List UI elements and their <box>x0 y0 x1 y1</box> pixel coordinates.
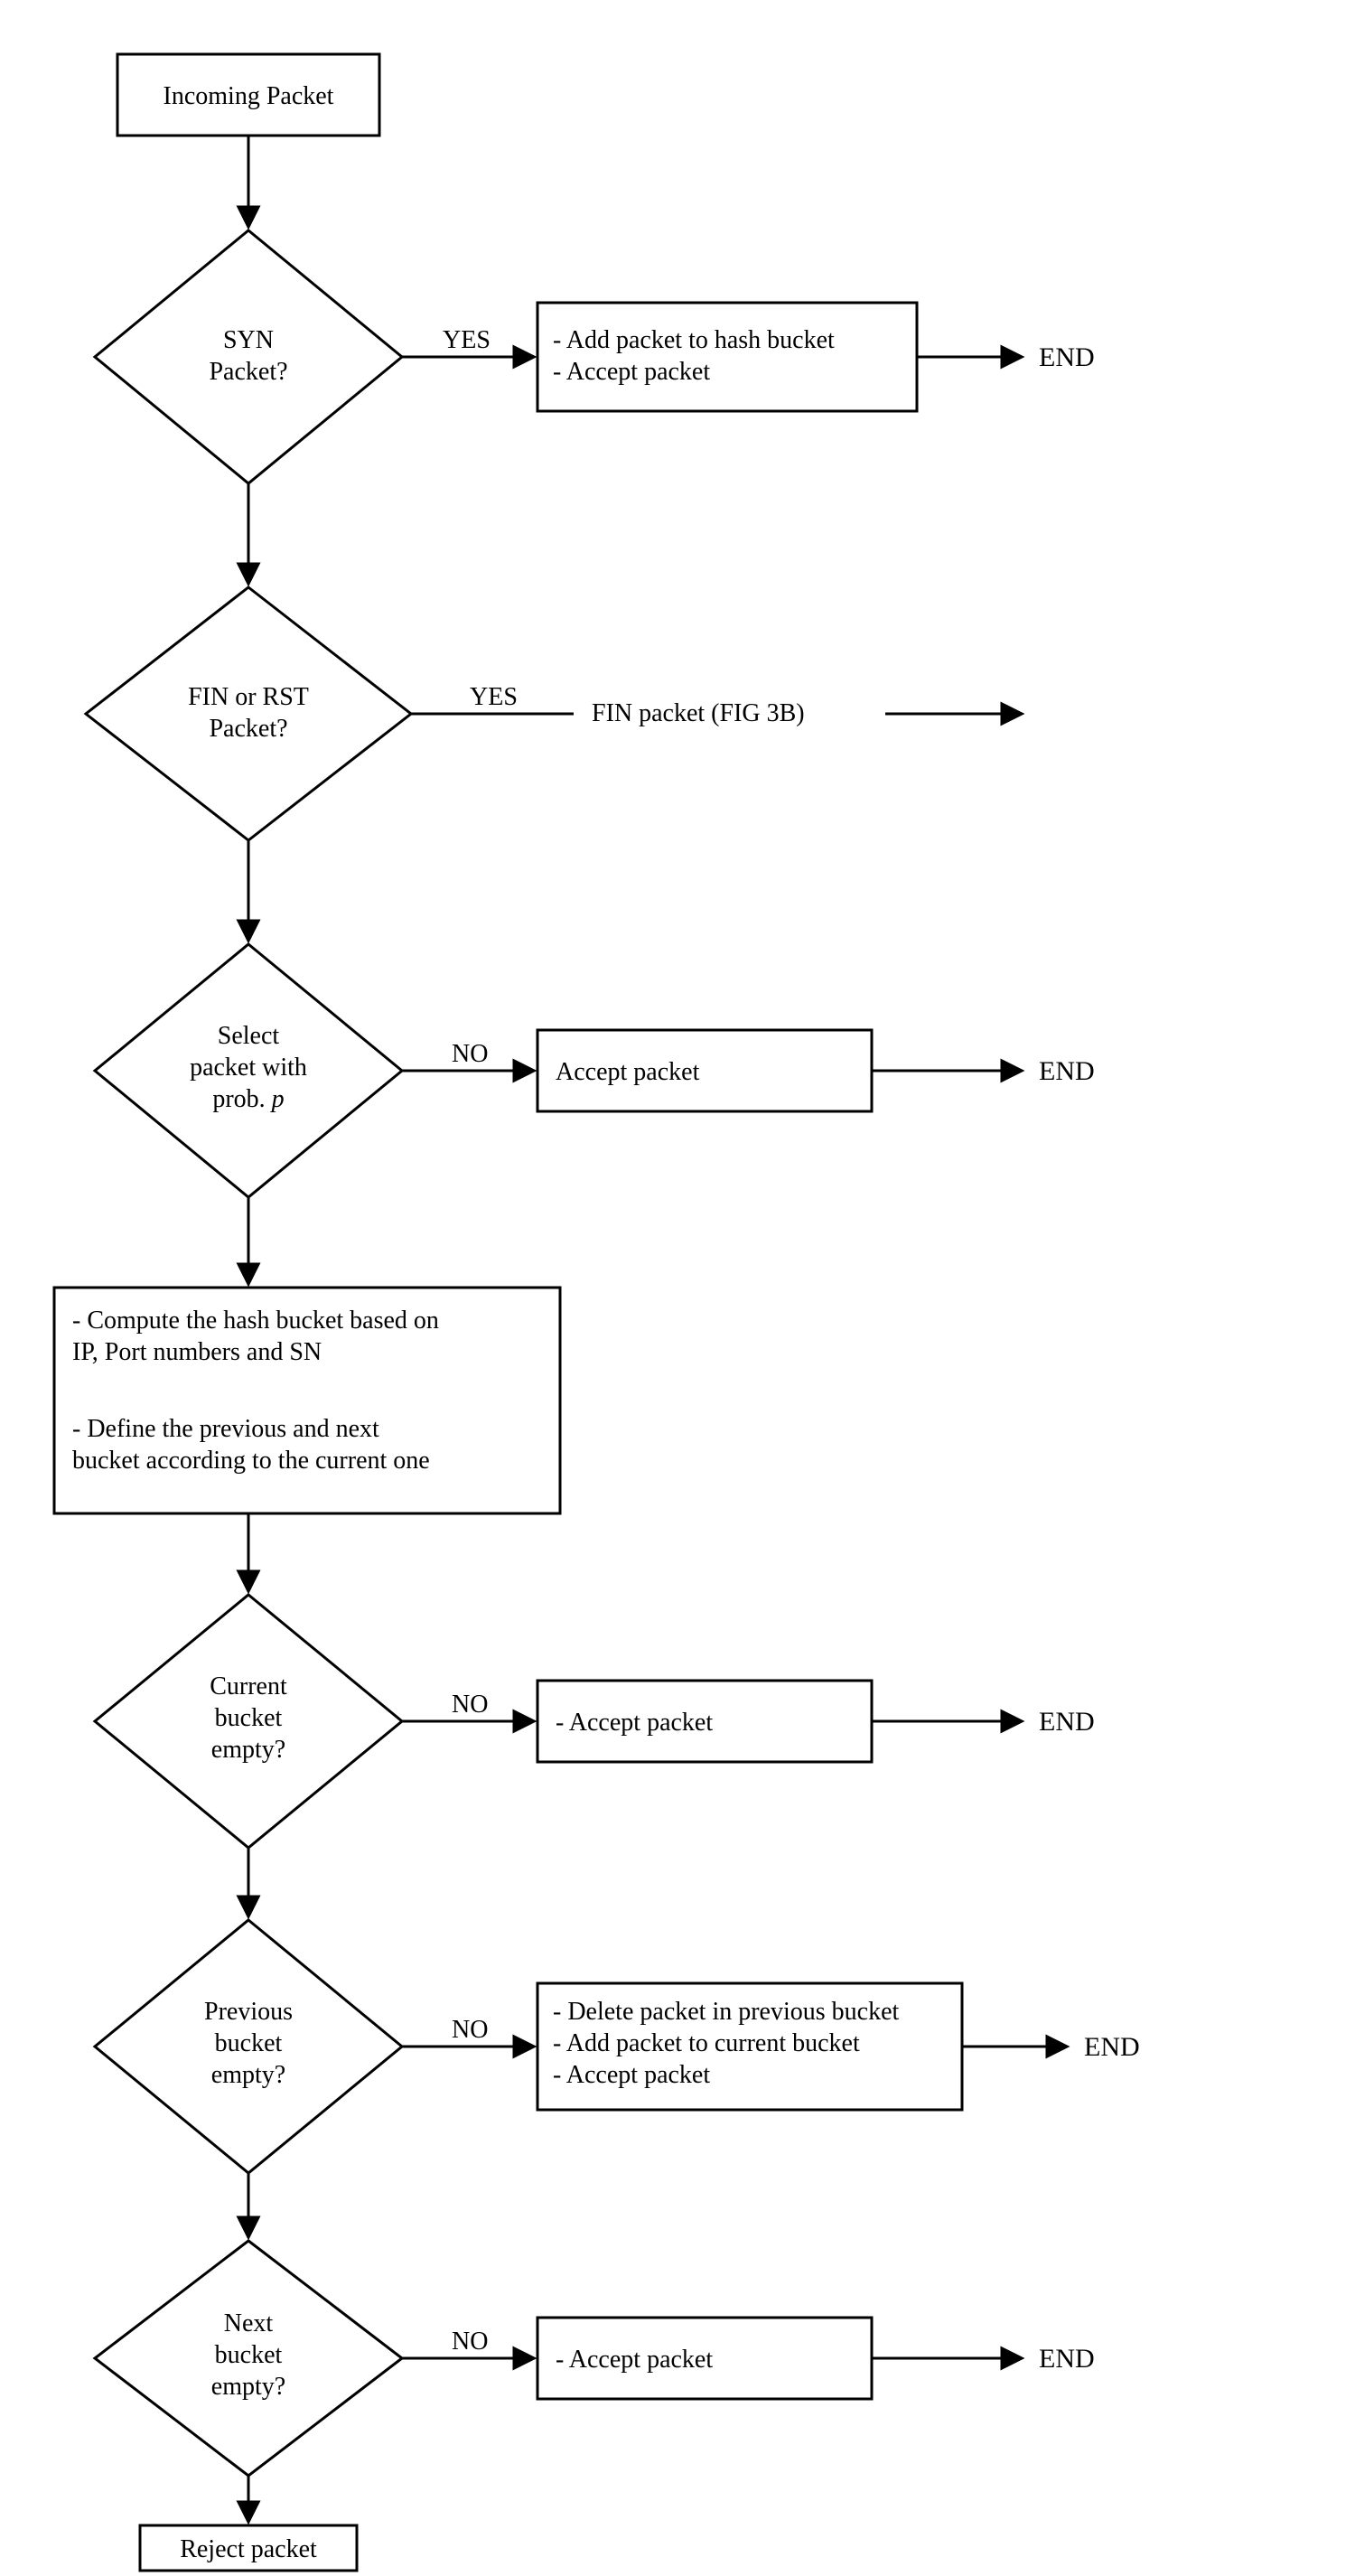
proc-l2: IP, Port numbers and SN <box>72 1338 322 1366</box>
start-text: Incoming Packet <box>164 82 334 110</box>
d2-l1: FIN or RST <box>188 683 309 711</box>
d3-no-label: NO <box>452 1040 488 1068</box>
d5-l2: bucket <box>215 2029 283 2057</box>
fin-ref: FIN packet (FIG 3B) <box>592 699 805 727</box>
d4-l1: Current <box>210 1672 287 1700</box>
p1-l1: - Add packet to hash bucket <box>553 326 835 354</box>
p6: - Accept packet <box>556 2346 713 2374</box>
proc-l4: bucket according to the current one <box>72 1447 430 1475</box>
proc-l3: - Define the previous and next <box>72 1415 379 1443</box>
d2-yes-label: YES <box>470 683 518 711</box>
d1-l1: SYN <box>223 326 274 354</box>
p3: Accept packet <box>556 1058 700 1086</box>
decision-fin-rst <box>86 587 411 840</box>
d4-no-label: NO <box>452 1691 488 1719</box>
d5-l3: empty? <box>211 2061 285 2089</box>
end6: END <box>1039 2344 1095 2374</box>
d6-l2: bucket <box>215 2341 283 2369</box>
d2-l2: Packet? <box>209 715 287 743</box>
p4: - Accept packet <box>556 1709 713 1737</box>
proc-l1: - Compute the hash bucket based on <box>72 1307 439 1335</box>
p5-l3: - Accept packet <box>553 2061 710 2089</box>
decision-syn <box>95 230 402 483</box>
d6-no-label: NO <box>452 2328 488 2356</box>
d3-l3: prob. p <box>212 1085 284 1113</box>
process-syn-accept <box>537 303 917 411</box>
d4-l2: bucket <box>215 1704 283 1732</box>
reject-text: Reject packet <box>180 2535 317 2563</box>
d1-yes-label: YES <box>443 326 491 354</box>
d3-l2: packet with <box>190 1054 307 1082</box>
d1-l2: Packet? <box>209 358 287 386</box>
end4: END <box>1039 1707 1095 1737</box>
d3-l1: Select <box>218 1022 280 1050</box>
end5: END <box>1084 2032 1140 2062</box>
p1-l2: - Accept packet <box>553 358 710 386</box>
d5-l1: Previous <box>204 1998 293 2026</box>
p5-l1: - Delete packet in previous bucket <box>553 1998 900 2026</box>
end3: END <box>1039 1056 1095 1086</box>
d6-l1: Next <box>224 2309 274 2337</box>
p5-l2: - Add packet to current bucket <box>553 2029 860 2057</box>
end1: END <box>1039 342 1095 372</box>
d4-l3: empty? <box>211 1736 285 1764</box>
d5-no-label: NO <box>452 2016 488 2044</box>
d6-l3: empty? <box>211 2373 285 2401</box>
